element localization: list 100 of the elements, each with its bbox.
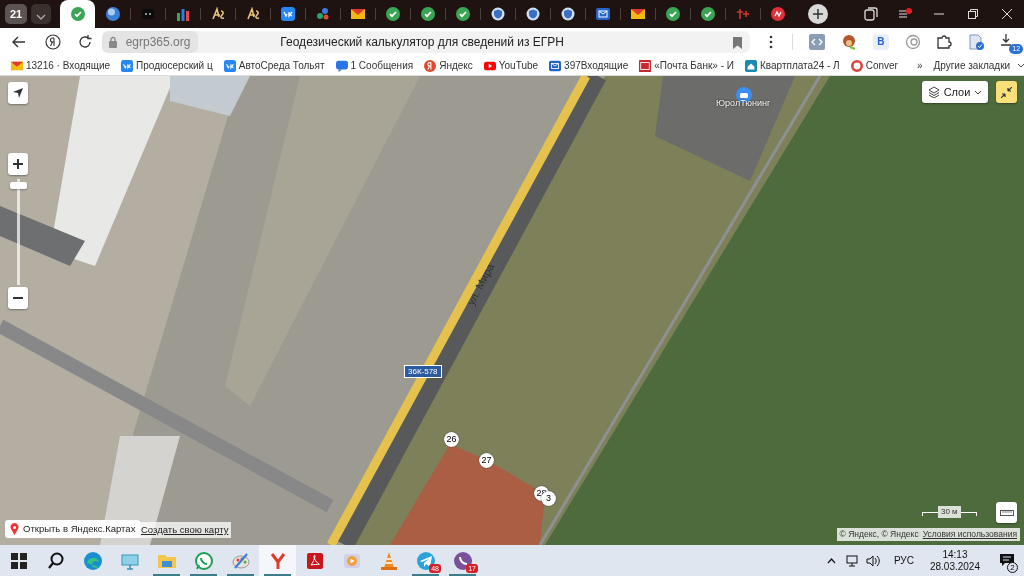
shield-icon [525, 7, 540, 21]
address-field[interactable]: egrp365.org Геодезический калькулятор для сведений из ЕГРН [101, 31, 751, 53]
chevron-down-icon [974, 89, 983, 95]
logo-tile-icon [280, 7, 295, 21]
map-pin-icon [10, 523, 19, 536]
bookmark-link[interactable]: YouTube [480, 58, 542, 73]
clock-time[interactable]: 14:13 [942, 548, 968, 561]
bookmark-link[interactable]: 1 Сообщения [332, 58, 417, 73]
windows-logo-icon [8, 550, 29, 571]
more-bookmarks-button[interactable]: » [913, 58, 926, 73]
plus-icon [808, 4, 828, 24]
search-icon [45, 550, 66, 571]
scale-label: 30 м [938, 506, 961, 518]
pages-icon [864, 7, 878, 21]
bank-logo-icon [639, 59, 652, 72]
circle-icon [424, 59, 437, 72]
chevron-down-icon [1017, 63, 1024, 68]
letter-icon: B [872, 34, 889, 50]
bookmark-link[interactable]: «Почта Банк» - И [636, 58, 737, 73]
chevron-down-icon [36, 13, 46, 20]
pdf-icon [304, 550, 325, 571]
bar-chart-icon [175, 7, 190, 21]
location-arrow-icon [13, 88, 23, 98]
collapse-arrows-icon [1001, 86, 1012, 98]
plus-icon [13, 159, 23, 169]
check-icon [455, 7, 470, 21]
chat-bubble-icon [193, 550, 214, 571]
dots-icon [315, 7, 330, 21]
bookmark-link[interactable]: Conver [847, 58, 901, 73]
envelope-icon [350, 7, 365, 21]
browser-tab[interactable] [60, 0, 95, 28]
envelope-icon [595, 7, 610, 21]
close-icon [1002, 9, 1012, 19]
notifications-button[interactable]: 2 [994, 548, 1020, 573]
layers-button[interactable]: Слои [922, 81, 988, 103]
logo-tile-icon [223, 59, 236, 72]
puzzle-icon [936, 34, 953, 50]
network-icon [845, 554, 860, 567]
url-text: egrp365.org [125, 34, 191, 51]
bookmark-icon [733, 36, 743, 49]
minimize-icon [934, 13, 944, 15]
locate-button[interactable] [8, 82, 28, 104]
bookmark-link[interactable]: Квартплата24 - Л [741, 58, 843, 73]
bookmark-link[interactable]: 13216 · Входящие [8, 58, 114, 73]
clock-date[interactable]: 28.03.2024 [929, 560, 980, 573]
document-icon [968, 34, 985, 50]
check-icon [665, 7, 680, 21]
page-title: Геодезический калькулятор для сведений из ЕГРН [280, 34, 564, 51]
check-icon [70, 7, 85, 21]
open-in-maps-link[interactable]: Открыть в Яндекс.Картах [5, 520, 141, 539]
road-number-sign: 36К-578 [404, 365, 442, 378]
create-map-link[interactable]: Создать свою карту [138, 522, 232, 539]
back-arrow-icon [11, 36, 26, 48]
satellite-map-drawing[interactable] [0, 76, 1024, 545]
speaker-icon [865, 554, 882, 567]
house-icon [744, 59, 757, 72]
minus-icon [13, 297, 23, 299]
bookmark-link[interactable]: АвтоСреда Тольят [220, 58, 328, 73]
lock-icon [107, 36, 118, 48]
circle-icon [770, 7, 785, 21]
shield-icon [490, 7, 505, 21]
bookmark-link[interactable]: Продюсерский ц [118, 58, 216, 73]
check-icon [700, 7, 715, 21]
dot-tile-icon [140, 7, 155, 21]
bookmark-link[interactable]: 397Входящие [546, 58, 632, 73]
check-icon [385, 7, 400, 21]
ruler-button[interactable] [996, 502, 1017, 523]
language-indicator[interactable]: РУС [893, 553, 914, 568]
code-icon [809, 34, 826, 50]
restore-icon [968, 9, 978, 19]
reload-icon [77, 35, 92, 49]
script-icon [245, 7, 260, 21]
envelope-icon [549, 59, 562, 72]
play-icon [483, 59, 496, 72]
tab-count-button[interactable]: 21 [5, 4, 27, 24]
zoom-out-button[interactable] [8, 287, 28, 309]
shield-icon [560, 7, 575, 21]
zoom-slider-handle[interactable] [10, 182, 27, 189]
other-bookmarks-button[interactable]: Другие закладки [930, 58, 1024, 73]
ring-icon [850, 59, 863, 72]
more-vertical-icon [769, 35, 774, 49]
layers-icon [927, 86, 940, 98]
bookmark-link[interactable]: Яндекс [421, 58, 476, 73]
globe-icon [105, 7, 120, 21]
swirl-icon [904, 34, 921, 50]
chat-icon [335, 59, 348, 72]
terms-link[interactable]: Условия использования [922, 528, 1017, 541]
cross-icon [735, 7, 750, 21]
chevron-up-icon [827, 557, 837, 564]
zoom-in-button[interactable] [8, 153, 28, 175]
collapse-button[interactable] [996, 81, 1017, 103]
zoom-slider[interactable] [10, 179, 27, 285]
extension-button[interactable]: B [864, 30, 897, 54]
tab-list-button[interactable] [31, 4, 51, 24]
menu-icon [898, 8, 912, 20]
logo-tile-icon [121, 59, 134, 72]
circled-letter-icon [44, 34, 61, 50]
envelope-icon [630, 7, 645, 21]
envelope-icon [11, 59, 23, 72]
swirl-icon [82, 550, 103, 571]
